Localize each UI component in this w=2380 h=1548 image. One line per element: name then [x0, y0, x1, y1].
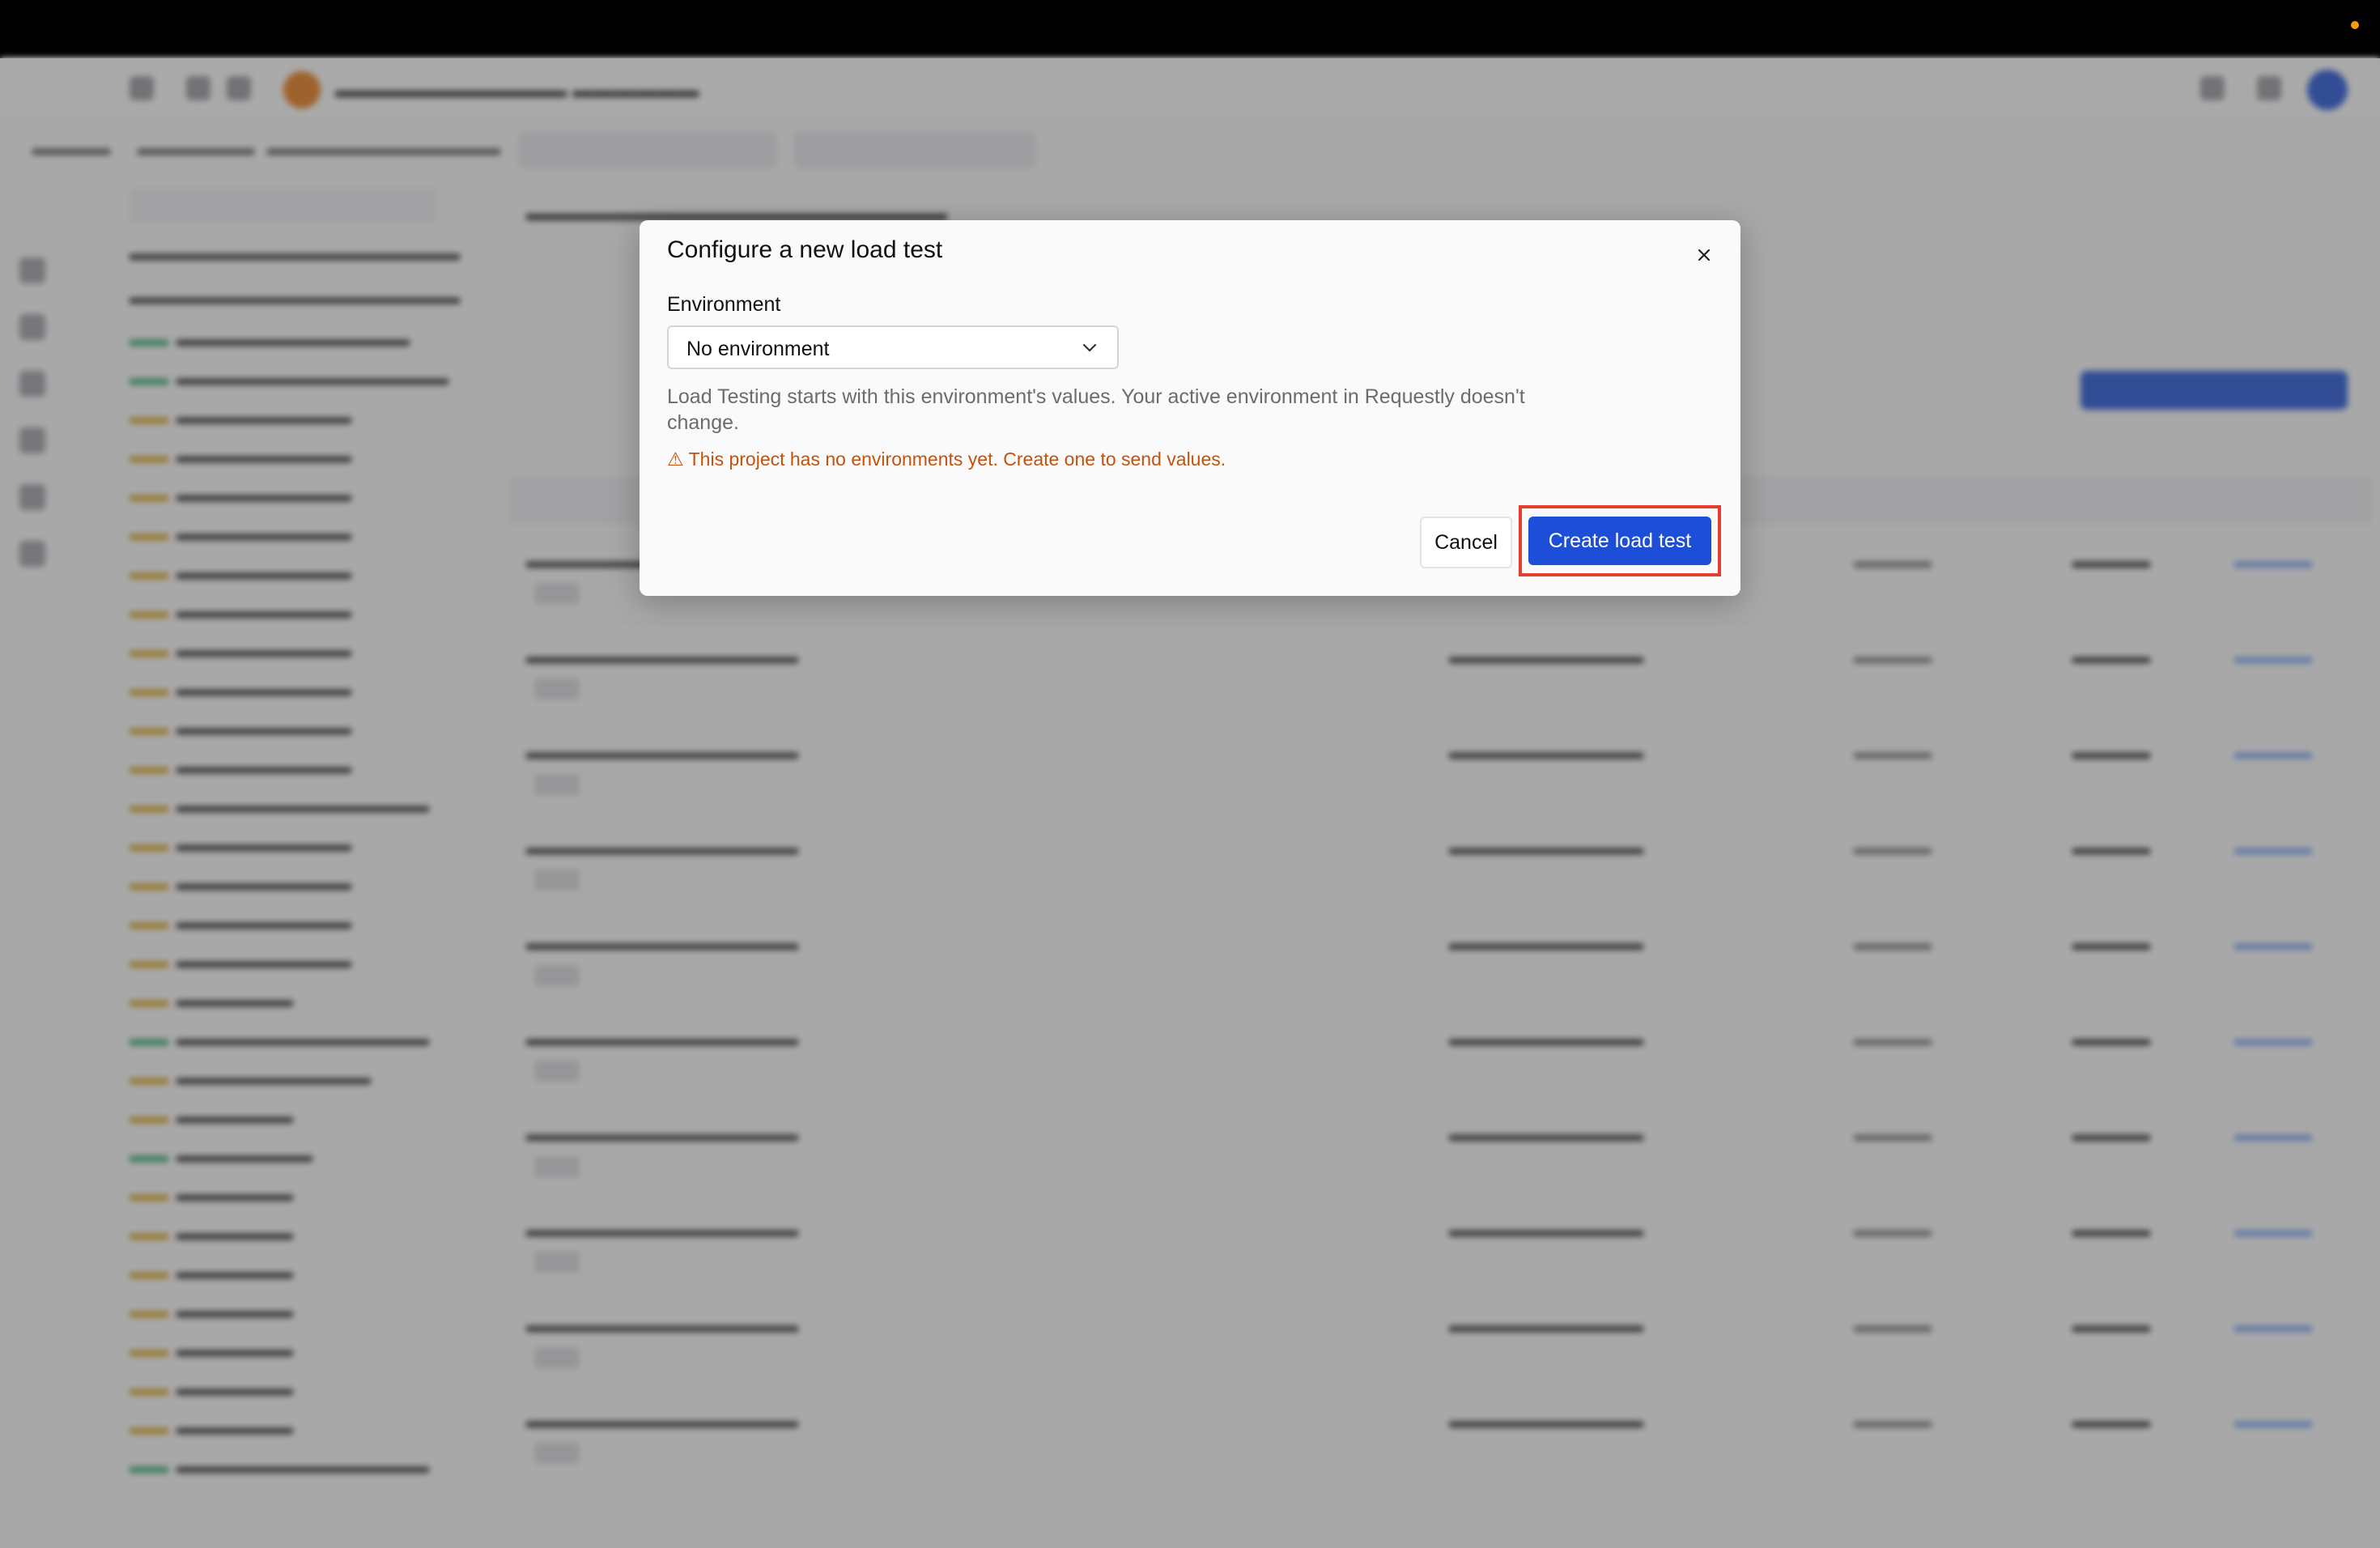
environment-select[interactable]: No environment [667, 325, 1119, 369]
dialog-title: Configure a new load test [667, 236, 943, 263]
environment-help-text: Load Testing starts with this environmen… [667, 385, 1525, 434]
status-dot [2351, 21, 2359, 29]
close-icon [1698, 249, 1711, 262]
no-environments-warning: ⚠ This project has no environments yet. C… [667, 449, 1226, 470]
environment-label: Environment [667, 293, 781, 316]
environment-select-value: No environment [686, 338, 830, 360]
close-button[interactable] [1692, 243, 1716, 267]
configure-load-test-dialog: Configure a new load test Environment No… [640, 220, 1740, 596]
system-top-bar [0, 0, 2380, 58]
highlight-box: Create load test [1519, 505, 1721, 576]
warning-text: This project has no environments yet. Cr… [688, 449, 1226, 470]
warning-icon: ⚠ [667, 449, 684, 470]
cancel-button[interactable]: Cancel [1420, 517, 1512, 568]
chevron-down-icon [1082, 343, 1097, 352]
create-load-test-button[interactable]: Create load test [1528, 517, 1711, 565]
